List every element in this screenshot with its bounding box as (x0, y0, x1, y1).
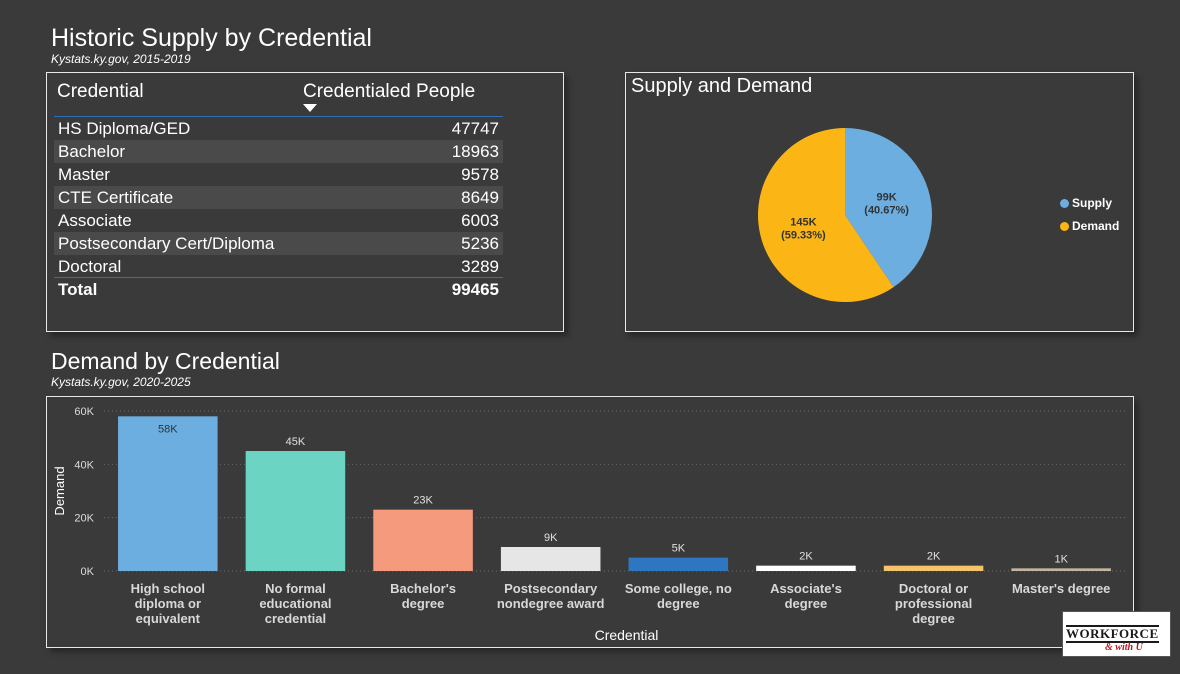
bar-value-label: 2K (927, 551, 941, 563)
pie-label-supply-pct: (40.67%) (864, 204, 909, 216)
x-tick-label: High school (131, 581, 205, 596)
pie-chart: 99K(40.67%) 145K(59.33%) (758, 128, 932, 302)
bar-value-label: 1K (1054, 553, 1068, 565)
legend-item-supply[interactable]: Supply (1060, 196, 1112, 210)
row-people: 18963 (451, 142, 499, 161)
bar-chart: 0K 20K 40K 60K Demand 58K High schooldiploma o… (52, 406, 1125, 643)
row-people: 3289 (461, 257, 499, 276)
logo-wordmark: WORKFORCE (1066, 625, 1159, 643)
x-tick-label: Postsecondary (504, 581, 598, 596)
pie-label-demand-value: 145K (790, 217, 816, 229)
supply-table: Credential Credentialed People HS Diplom… (46, 72, 564, 332)
bar-value-label: 9K (544, 532, 558, 544)
x-tick-label: No formal (265, 581, 326, 596)
bar[interactable] (756, 565, 856, 571)
bar[interactable] (628, 557, 729, 571)
demand-chart-panel: 0K 20K 40K 60K Demand 58K High school diploma o… (46, 396, 1134, 648)
demand-subtitle: Kystats.ky.gov, 2020-2025 (51, 375, 191, 389)
row-credential: Associate (58, 211, 132, 230)
bar[interactable] (373, 509, 473, 571)
x-tick-label: degree (785, 596, 828, 611)
pie-label-demand-pct: (59.33%) (781, 230, 826, 242)
bar-value-label: 5K (672, 543, 686, 555)
bar[interactable] (1011, 568, 1111, 571)
y-axis-label: Demand (52, 466, 67, 515)
table-row: Doctoral 3289 (54, 255, 503, 278)
bar[interactable] (245, 451, 346, 571)
row-credential: Bachelor (58, 142, 126, 161)
row-people: 9578 (461, 165, 499, 184)
bar-value-label: 2K (799, 551, 813, 563)
row-credential: Master (58, 165, 110, 184)
row-credential: CTE Certificate (58, 188, 174, 207)
bar-value-label: 58K (158, 423, 178, 435)
bar[interactable] (500, 547, 601, 571)
table-row: Bachelor 18963 (54, 140, 503, 163)
bar[interactable] (883, 565, 984, 571)
x-tick-label: diploma or (135, 596, 201, 611)
table-row: Postsecondary Cert/Diploma 5236 (54, 232, 503, 255)
supply-subtitle: Kystats.ky.gov, 2015-2019 (51, 52, 191, 66)
demand-title: Demand by Credential (51, 348, 280, 374)
supply-demand-panel: Supply and Demand 99K (40.67%) 145K (59.33%… (625, 72, 1134, 332)
row-credential: Doctoral (58, 257, 122, 276)
y-tick-label: 0K (81, 566, 95, 578)
x-tick-label: Doctoral or (899, 581, 968, 596)
row-people: 6003 (461, 211, 499, 230)
row-people: 47747 (451, 119, 499, 138)
column-header-credential[interactable]: Credential (57, 81, 144, 103)
x-axis-label: Credential (595, 627, 659, 643)
x-tick-label: Master's degree (1012, 581, 1110, 596)
bar[interactable] (118, 416, 218, 571)
x-tick-label: Some college, no (625, 581, 732, 596)
y-tick-label: 20K (74, 513, 94, 525)
row-people: 5236 (461, 234, 499, 253)
sort-desc-icon[interactable] (303, 104, 317, 112)
x-tick-label: degree (402, 596, 445, 611)
x-tick-label: Bachelor's (390, 581, 456, 596)
total-row: Total 99465 (54, 278, 503, 301)
y-tick-label: 60K (74, 406, 94, 418)
logo-tagline: & with U (1105, 642, 1143, 653)
legend-marker-supply (1060, 199, 1069, 208)
bar-value-label: 23K (413, 495, 433, 507)
x-tick-label: degree (657, 596, 700, 611)
x-tick-label: degree (912, 611, 955, 626)
x-tick-label: educational (259, 596, 331, 611)
legend-item-demand[interactable]: Demand (1060, 219, 1119, 233)
x-tick-label: credential (265, 611, 326, 626)
y-tick-label: 40K (74, 459, 94, 471)
x-tick-label: Associate's (770, 581, 842, 596)
column-header-credentialed-people[interactable]: Credentialed People (303, 81, 475, 103)
x-tick-label: equivalent (136, 611, 201, 626)
workforce-logo: WORKFORCE & with U (1062, 611, 1171, 657)
x-tick-label: professional (895, 596, 972, 611)
legend-label-demand: Demand (1072, 219, 1120, 233)
row-credential: Postsecondary Cert/Diploma (58, 234, 275, 253)
table-row: Master 9578 (54, 163, 503, 186)
total-label: Total (58, 280, 98, 299)
table-row: CTE Certificate 8649 (54, 186, 503, 209)
total-value: 99465 (451, 280, 499, 299)
legend-label-supply: Supply (1072, 196, 1113, 210)
x-tick-label: nondegree award (497, 596, 605, 611)
supply-title: Historic Supply by Credential (51, 24, 372, 52)
pie-label-supply-value: 99K (877, 191, 897, 203)
row-credential: HS Diploma/GED (58, 119, 191, 138)
legend-marker-demand (1060, 222, 1069, 231)
table-row: Associate 6003 (54, 209, 503, 232)
bar-value-label: 45K (286, 436, 306, 448)
table-row: HS Diploma/GED 47747 (54, 117, 503, 140)
row-people: 8649 (461, 188, 499, 207)
